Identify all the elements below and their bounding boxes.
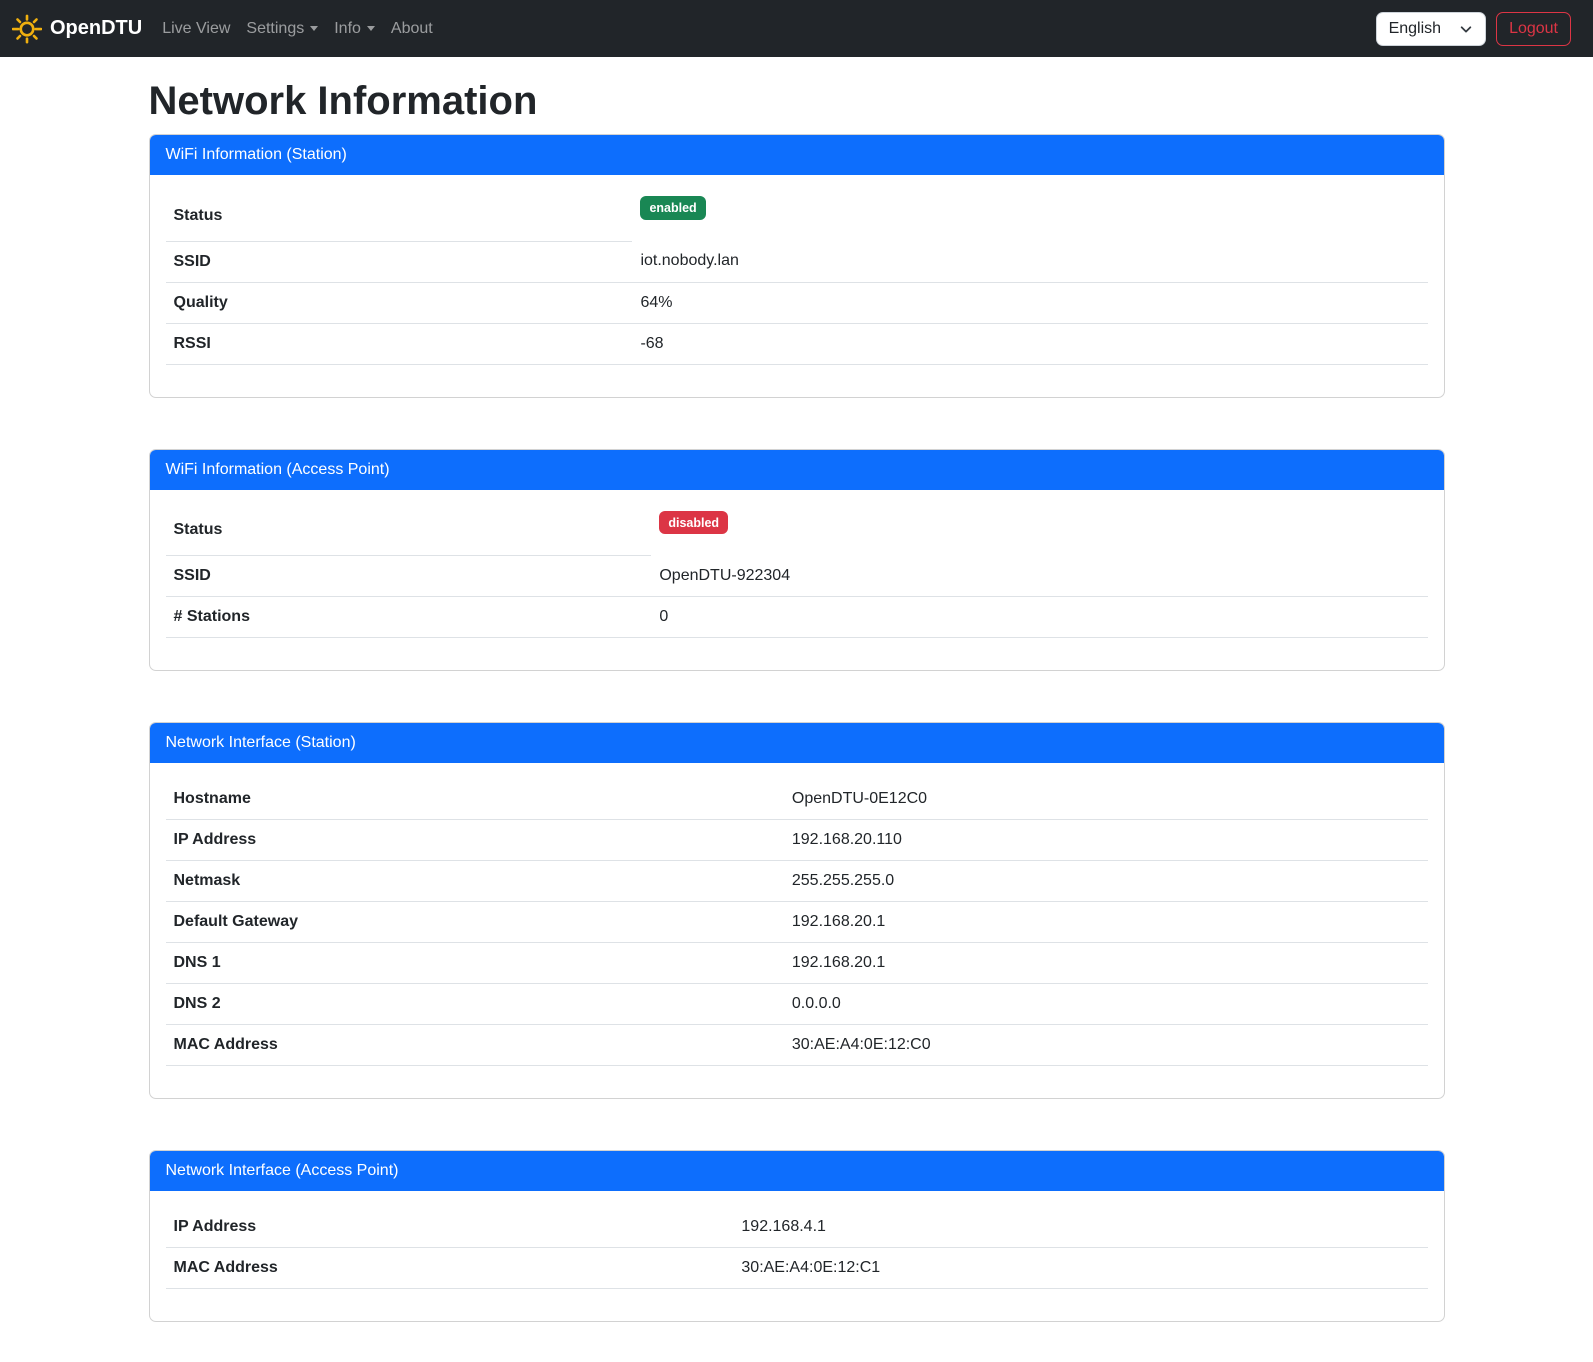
chevron-down-icon bbox=[367, 26, 375, 31]
row-label: SSID bbox=[166, 241, 633, 282]
card-body: Status disabled SSID OpenDTU-922304 # St… bbox=[150, 490, 1444, 671]
row-label: Hostname bbox=[166, 779, 784, 820]
nav-item-settings[interactable]: Settings bbox=[238, 12, 326, 46]
row-label: Default Gateway bbox=[166, 902, 784, 943]
nav-item-label: Settings bbox=[246, 20, 304, 38]
row-value: -68 bbox=[632, 323, 1427, 364]
row-value: 30:AE:A4:0E:12:C0 bbox=[784, 1025, 1428, 1066]
info-table: Status enabled SSID iot.nobody.lan Quali… bbox=[166, 191, 1428, 365]
language-select[interactable]: English bbox=[1376, 12, 1486, 46]
table-row: Default Gateway 192.168.20.1 bbox=[166, 902, 1428, 943]
nav-links: Live View Settings Info About bbox=[154, 12, 441, 46]
row-label: # Stations bbox=[166, 597, 652, 638]
chevron-down-icon bbox=[310, 26, 318, 31]
info-table: Status disabled SSID OpenDTU-922304 # St… bbox=[166, 506, 1428, 639]
table-row: Status enabled bbox=[166, 191, 1428, 241]
brand-label: OpenDTU bbox=[50, 17, 142, 40]
nav-item-label: Live View bbox=[162, 20, 230, 38]
row-label: RSSI bbox=[166, 323, 633, 364]
table-row: Hostname OpenDTU-0E12C0 bbox=[166, 779, 1428, 820]
row-label: IP Address bbox=[166, 820, 784, 861]
row-value: OpenDTU-922304 bbox=[651, 556, 1427, 597]
table-row: DNS 1 192.168.20.1 bbox=[166, 943, 1428, 984]
table-row: Status disabled bbox=[166, 506, 1428, 556]
row-label: IP Address bbox=[166, 1207, 734, 1248]
row-value: 192.168.20.1 bbox=[784, 902, 1428, 943]
row-value: 0 bbox=[651, 597, 1427, 638]
row-value: 192.168.20.1 bbox=[784, 943, 1428, 984]
logout-button[interactable]: Logout bbox=[1496, 12, 1571, 46]
row-value: 30:AE:A4:0E:12:C1 bbox=[733, 1248, 1427, 1289]
nav-item-label: About bbox=[391, 20, 433, 38]
table-row: RSSI -68 bbox=[166, 323, 1428, 364]
row-label: DNS 1 bbox=[166, 943, 784, 984]
main-content: Network Information WiFi Information (St… bbox=[137, 57, 1457, 1362]
info-table: Hostname OpenDTU-0E12C0 IP Address 192.1… bbox=[166, 779, 1428, 1066]
chevron-down-icon bbox=[1459, 22, 1473, 36]
table-row: Netmask 255.255.255.0 bbox=[166, 861, 1428, 902]
card-body: Status enabled SSID iot.nobody.lan Quali… bbox=[150, 175, 1444, 397]
card-network-interface-access-point: Network Interface (Access Point) IP Addr… bbox=[149, 1150, 1445, 1322]
card-wifi-station: WiFi Information (Station) Status enable… bbox=[149, 134, 1445, 398]
row-value: 255.255.255.0 bbox=[784, 861, 1428, 902]
table-row: # Stations 0 bbox=[166, 597, 1428, 638]
table-row: IP Address 192.168.20.110 bbox=[166, 820, 1428, 861]
row-value: OpenDTU-0E12C0 bbox=[784, 779, 1428, 820]
table-row: DNS 2 0.0.0.0 bbox=[166, 984, 1428, 1025]
row-value: 192.168.20.110 bbox=[784, 820, 1428, 861]
row-label: Netmask bbox=[166, 861, 784, 902]
row-label: SSID bbox=[166, 556, 652, 597]
row-label: MAC Address bbox=[166, 1025, 784, 1066]
row-value: iot.nobody.lan bbox=[632, 241, 1427, 282]
nav-item-live-view[interactable]: Live View bbox=[154, 12, 238, 46]
nav-item-about[interactable]: About bbox=[383, 12, 441, 46]
row-label: DNS 2 bbox=[166, 984, 784, 1025]
card-body: IP Address 192.168.4.1 MAC Address 30:AE… bbox=[150, 1191, 1444, 1321]
nav-item-label: Info bbox=[334, 20, 361, 38]
status-badge: enabled bbox=[640, 196, 705, 220]
nav-item-info[interactable]: Info bbox=[326, 12, 383, 46]
card-body: Hostname OpenDTU-0E12C0 IP Address 192.1… bbox=[150, 763, 1444, 1098]
row-label: Quality bbox=[166, 282, 633, 323]
row-value: 64% bbox=[632, 282, 1427, 323]
status-badge: disabled bbox=[659, 511, 728, 535]
row-value: 0.0.0.0 bbox=[784, 984, 1428, 1025]
sun-icon bbox=[12, 14, 42, 44]
row-label: MAC Address bbox=[166, 1248, 734, 1289]
row-value: 192.168.4.1 bbox=[733, 1207, 1427, 1248]
language-select-value: English bbox=[1389, 20, 1441, 38]
card-wifi-access-point: WiFi Information (Access Point) Status d… bbox=[149, 449, 1445, 672]
page-title: Network Information bbox=[149, 79, 1445, 123]
card-header: Network Interface (Station) bbox=[150, 723, 1444, 763]
table-row: Quality 64% bbox=[166, 282, 1428, 323]
row-label: Status bbox=[166, 506, 652, 556]
row-label: Status bbox=[166, 191, 633, 241]
card-header: Network Interface (Access Point) bbox=[150, 1151, 1444, 1191]
table-row: SSID iot.nobody.lan bbox=[166, 241, 1428, 282]
card-network-interface-station: Network Interface (Station) Hostname Ope… bbox=[149, 722, 1445, 1099]
navbar: OpenDTU Live View Settings Info About En… bbox=[0, 0, 1593, 57]
table-row: SSID OpenDTU-922304 bbox=[166, 556, 1428, 597]
brand-link[interactable]: OpenDTU bbox=[12, 10, 142, 48]
card-header: WiFi Information (Station) bbox=[150, 135, 1444, 175]
table-row: IP Address 192.168.4.1 bbox=[166, 1207, 1428, 1248]
table-row: MAC Address 30:AE:A4:0E:12:C1 bbox=[166, 1248, 1428, 1289]
info-table: IP Address 192.168.4.1 MAC Address 30:AE… bbox=[166, 1207, 1428, 1289]
table-row: MAC Address 30:AE:A4:0E:12:C0 bbox=[166, 1025, 1428, 1066]
card-header: WiFi Information (Access Point) bbox=[150, 450, 1444, 490]
